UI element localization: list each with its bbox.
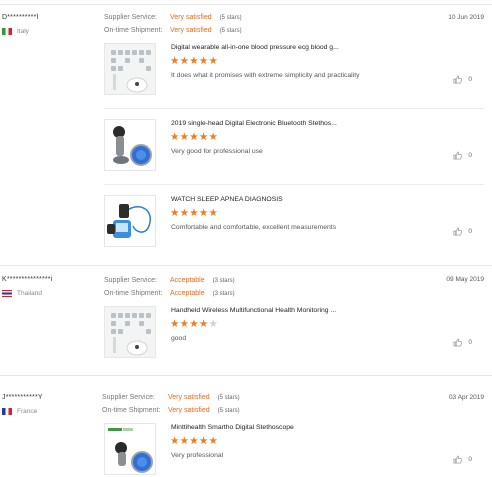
supplier-service-row: Supplier Service: Very satisfied (5 star… bbox=[104, 14, 242, 21]
product-thumbnail[interactable] bbox=[104, 423, 156, 475]
buyer-country: Thailand bbox=[2, 290, 42, 297]
supplier-service-stars: (5 stars) bbox=[219, 15, 242, 21]
product-review: Minttihealth Smartho Digital Stethoscope… bbox=[104, 423, 484, 477]
product-divider bbox=[104, 184, 484, 185]
supplier-service-value: Acceptable bbox=[170, 277, 205, 284]
review-date: 09 May 2019 bbox=[446, 276, 484, 283]
product-title[interactable]: Digital wearable all-in-one blood pressu… bbox=[171, 44, 339, 51]
italy-flag-icon bbox=[2, 28, 12, 35]
country-name: France bbox=[17, 408, 38, 415]
helpful-count: 0 bbox=[468, 76, 472, 83]
shipment-value: Very satisfied bbox=[168, 407, 210, 414]
helpful-count: 0 bbox=[468, 456, 472, 463]
buyer-country: France bbox=[2, 408, 37, 415]
helpful-button[interactable]: 0 bbox=[453, 338, 472, 347]
shipment-stars: (3 stars) bbox=[212, 291, 235, 297]
supplier-service-stars: (3 stars) bbox=[212, 278, 235, 284]
product-rating: ★★★★★ bbox=[170, 318, 219, 330]
thumbs-up-icon bbox=[453, 75, 463, 84]
review-comment: Very good for professional use bbox=[171, 148, 263, 155]
product-title[interactable]: Minttihealth Smartho Digital Stethoscope bbox=[171, 424, 294, 431]
product-thumbnail[interactable] bbox=[104, 195, 156, 247]
shipment-stars: (5 stars) bbox=[219, 28, 242, 34]
thumbs-up-icon bbox=[453, 455, 463, 464]
helpful-button[interactable]: 0 bbox=[453, 227, 472, 236]
product-title[interactable]: Handheld Wireless Multifunctional Health… bbox=[171, 307, 336, 314]
review-comment: It does what it promises with extreme si… bbox=[171, 72, 360, 79]
buyer-name: K***************i bbox=[2, 276, 53, 283]
product-thumbnail[interactable] bbox=[104, 306, 156, 358]
review-comment: Very professional bbox=[171, 452, 224, 459]
supplier-service-value: Very satisfied bbox=[168, 394, 210, 401]
helpful-button[interactable]: 0 bbox=[453, 455, 472, 464]
helpful-button[interactable]: 0 bbox=[453, 151, 472, 160]
product-thumbnail[interactable] bbox=[104, 43, 156, 95]
shipment-stars: (5 stars) bbox=[217, 408, 240, 414]
buyer-country: Italy bbox=[2, 28, 29, 35]
product-rating: ★★★★★ bbox=[170, 55, 219, 67]
shipment-row: On-time Shipment: Very satisfied (5 star… bbox=[104, 27, 242, 34]
top-divider bbox=[0, 4, 492, 5]
buyer-name: J***********Y bbox=[2, 394, 43, 401]
shipment-value: Acceptable bbox=[170, 290, 205, 297]
product-review: 2019 single-head Digital Electronic Blue… bbox=[104, 119, 484, 175]
thailand-flag-icon bbox=[2, 290, 12, 297]
helpful-button[interactable]: 0 bbox=[453, 75, 472, 84]
supplier-service-stars: (5 stars) bbox=[217, 395, 240, 401]
shipment-label: On-time Shipment: bbox=[102, 407, 161, 414]
product-review: WATCH SLEEP APNEA DIAGNOSIS ★★★★★ Comfor… bbox=[104, 195, 484, 251]
product-divider bbox=[104, 108, 484, 109]
supplier-service-row: Supplier Service: Very satisfied (5 star… bbox=[102, 394, 240, 401]
shipment-row: On-time Shipment: Acceptable (3 stars) bbox=[104, 290, 235, 297]
supplier-service-label: Supplier Service: bbox=[104, 277, 157, 284]
shipment-label: On-time Shipment: bbox=[104, 27, 163, 34]
supplier-service-label: Supplier Service: bbox=[102, 394, 155, 401]
review-date: 03 Apr 2019 bbox=[448, 394, 484, 401]
product-rating: ★★★★★ bbox=[170, 435, 219, 447]
helpful-count: 0 bbox=[468, 228, 472, 235]
helpful-count: 0 bbox=[468, 339, 472, 346]
supplier-service-label: Supplier Service: bbox=[104, 14, 157, 21]
country-name: Italy bbox=[17, 28, 29, 35]
review-comment: good bbox=[171, 335, 187, 342]
supplier-service-row: Supplier Service: Acceptable (3 stars) bbox=[104, 277, 235, 284]
review-divider bbox=[0, 265, 492, 266]
review-comment: Comfortable and comfortable, excellent m… bbox=[171, 224, 337, 231]
product-title[interactable]: 2019 single-head Digital Electronic Blue… bbox=[171, 120, 337, 127]
review-divider bbox=[0, 375, 492, 376]
product-thumbnail[interactable] bbox=[104, 119, 156, 171]
buyer-name: D**********l bbox=[2, 14, 39, 21]
product-rating: ★★★★★ bbox=[170, 207, 219, 219]
shipment-row: On-time Shipment: Very satisfied (5 star… bbox=[102, 407, 240, 414]
shipment-label: On-time Shipment: bbox=[104, 290, 163, 297]
shipment-value: Very satisfied bbox=[170, 27, 212, 34]
thumbs-up-icon bbox=[453, 227, 463, 236]
france-flag-icon bbox=[2, 408, 12, 415]
review-date: 10 Jun 2019 bbox=[448, 14, 484, 21]
country-name: Thailand bbox=[17, 290, 42, 297]
supplier-service-value: Very satisfied bbox=[170, 14, 212, 21]
product-review: Handheld Wireless Multifunctional Health… bbox=[104, 306, 484, 362]
helpful-count: 0 bbox=[468, 152, 472, 159]
product-review: Digital wearable all-in-one blood pressu… bbox=[104, 43, 484, 99]
thumbs-up-icon bbox=[453, 338, 463, 347]
product-title[interactable]: WATCH SLEEP APNEA DIAGNOSIS bbox=[171, 196, 283, 203]
thumbs-up-icon bbox=[453, 151, 463, 160]
product-rating: ★★★★★ bbox=[170, 131, 219, 143]
